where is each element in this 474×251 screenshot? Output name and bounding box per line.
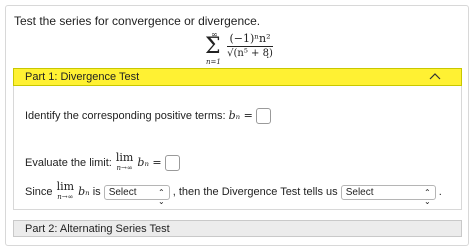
identify-row: Identify the corresponding positive term… [25,108,271,124]
since-is: is [92,185,101,198]
series-period: . [266,48,270,61]
part2-title: Part 2: Alternating Series Test [25,223,170,235]
bn-symbol: bₙ = [228,108,253,122]
conclusion-select[interactable]: Select ⌃ ⌄ [340,184,436,206]
limit-result-select[interactable]: Select ⌃ ⌄ [103,184,170,206]
question-text: Test the series for convergence or diver… [14,14,261,28]
updown-chevron-icon: ⌃ ⌄ [158,187,165,206]
then-text: , then the Divergence Test tells us [172,185,338,198]
sigma-lower-limit: n=1 [206,58,221,66]
series-expression: ∞ Σ n=1 (−1)ⁿn² √(n⁵ + 8) [205,30,275,66]
part1-title: Part 1: Divergence Test [25,71,140,83]
sigma-symbol: Σ [205,34,221,59]
bn-answer-input[interactable] [255,108,271,124]
evaluate-label: Evaluate the limit: [25,156,112,169]
since-row: Since lim n→∞ bₙ is Select ⌃ ⌄ , then the… [25,180,442,206]
chevron-up-icon[interactable] [429,72,441,80]
end-punct: . [438,185,442,198]
part2-header[interactable]: Part 2: Alternating Series Test [13,220,462,237]
part1-header[interactable]: Part 1: Divergence Test [13,68,462,86]
bn-symbol: bₙ [78,184,90,198]
series-numerator: (−1)ⁿn² [229,32,271,45]
identify-label: Identify the corresponding positive term… [25,109,226,122]
limit-operator: lim n→∞ [56,180,75,201]
updown-chevron-icon: ⌃ ⌄ [424,187,431,206]
limit-operator: lim n→∞ [115,151,134,172]
limit-answer-input[interactable] [164,155,180,171]
bn-symbol: bₙ = [137,155,162,169]
evaluate-row: Evaluate the limit: lim n→∞ bₙ = [25,151,180,173]
since-prefix: Since [25,185,53,198]
